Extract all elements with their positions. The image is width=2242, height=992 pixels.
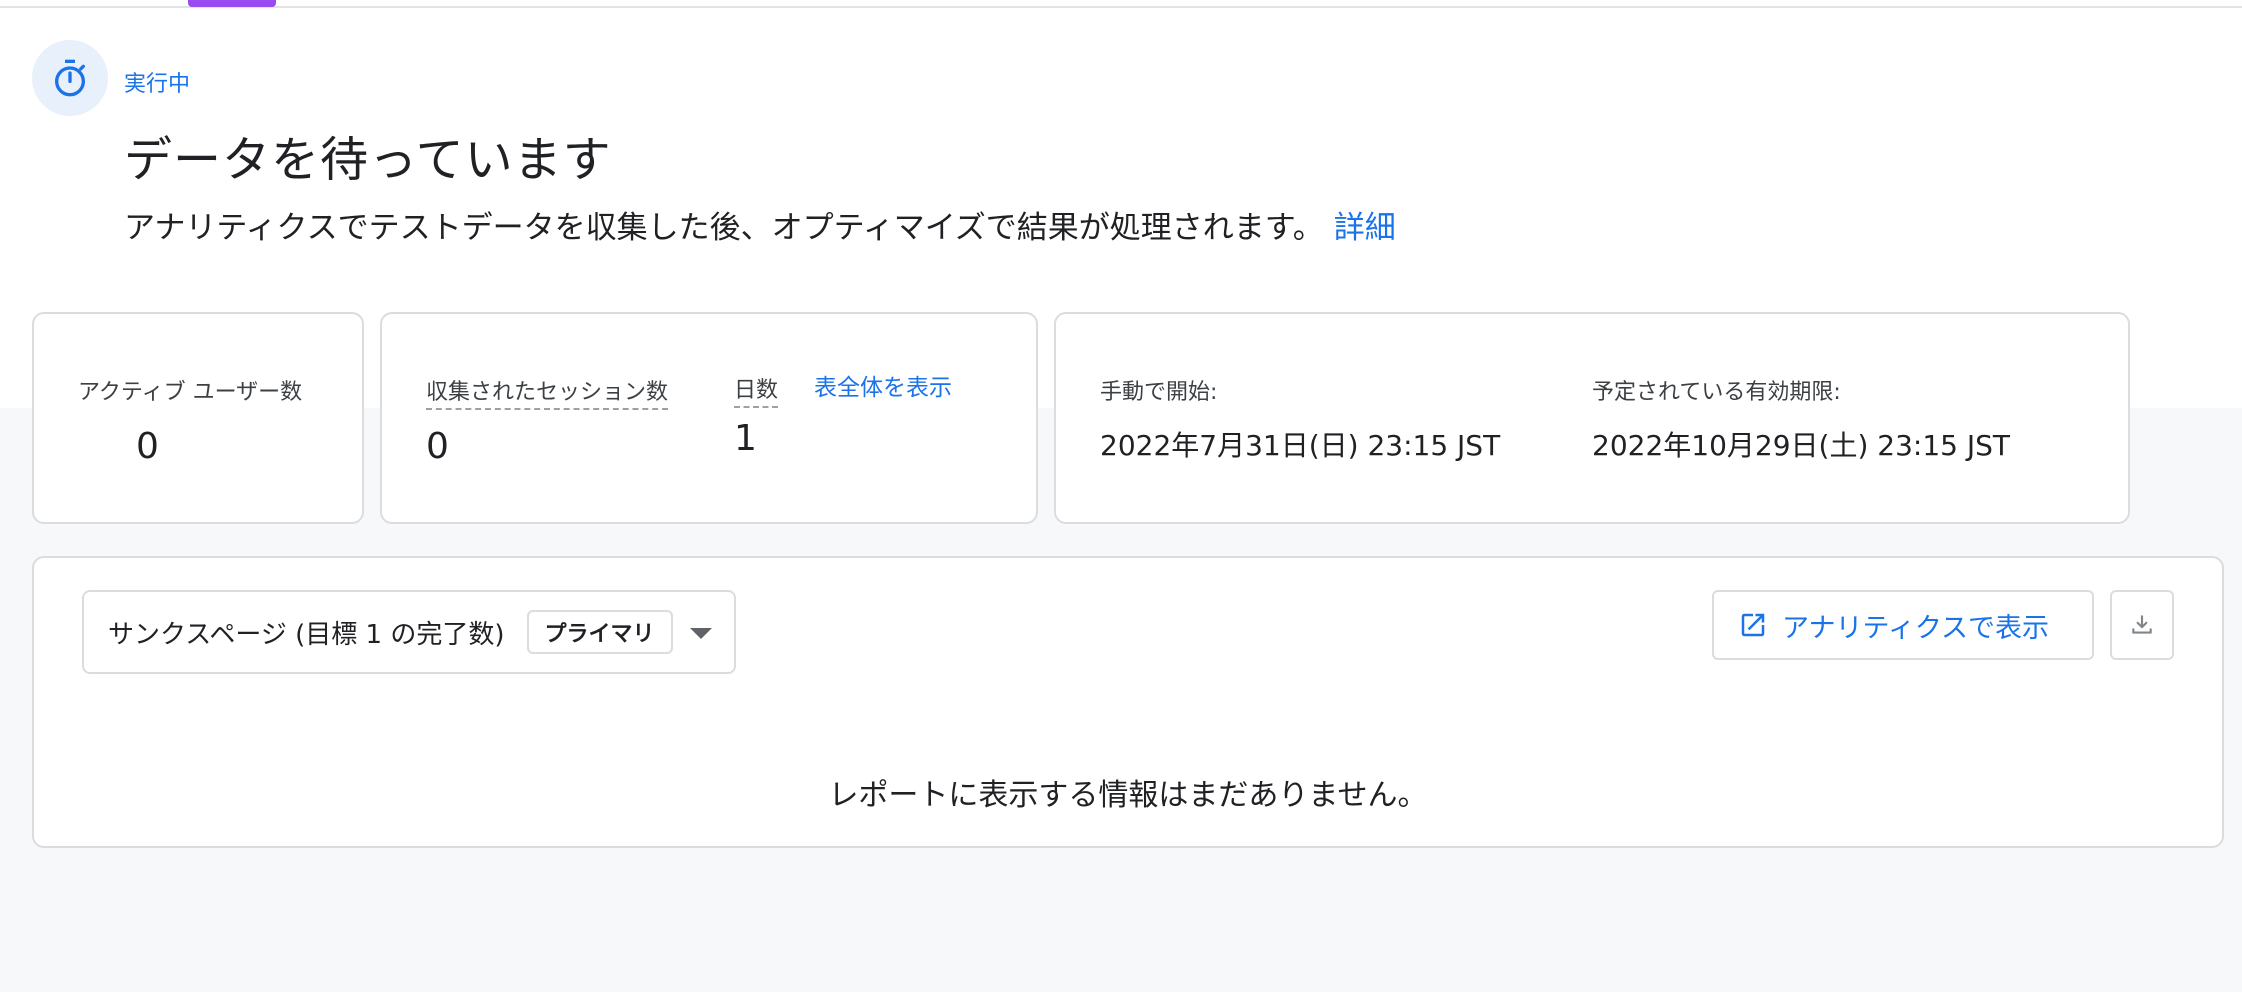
report-panel: サンクスページ (目標 1 の完了数) プライマリ アナリティクスで表示 レポー…	[32, 556, 2224, 848]
schedule-card: 手動で開始: 2022年7月31日(日) 23:15 JST 予定されている有効…	[1054, 312, 2130, 524]
show-full-table-link[interactable]: 表全体を表示	[814, 368, 952, 402]
view-in-analytics-label: アナリティクスで表示	[1782, 612, 2050, 644]
active-users-value: 0	[136, 426, 159, 467]
view-in-analytics-button[interactable]: アナリティクスで表示	[1712, 590, 2094, 660]
active-tab-indicator	[188, 0, 276, 7]
stopwatch-icon	[55, 59, 86, 97]
goal-selector-value: サンクスページ (目標 1 の完了数)	[108, 619, 505, 650]
sessions-value: 0	[426, 426, 449, 467]
description-text: アナリティクスでテストデータを収集した後、オプティマイズで結果が処理されます。	[124, 210, 1324, 246]
sessions-card: 収集されたセッション数 0 日数 1 表全体を表示	[380, 312, 1038, 524]
expires-value: 2022年10月29日(土) 23:15 JST	[1592, 429, 2010, 462]
description: アナリティクスでテストデータを収集した後、オプティマイズで結果が処理されます。詳…	[124, 202, 1396, 247]
download-button[interactable]	[2110, 590, 2174, 660]
started-value: 2022年7月31日(日) 23:15 JST	[1100, 429, 1501, 462]
status-icon-badge	[32, 40, 108, 116]
empty-report-message: レポートに表示する情報はまだありません。	[828, 778, 1428, 813]
active-users-label: アクティブ ユーザー数	[78, 380, 303, 405]
expires-label: 予定されている有効期限:	[1592, 380, 1841, 405]
days-value: 1	[734, 418, 757, 459]
page-title: データを待っています	[124, 132, 612, 188]
tab-bar-border	[0, 6, 2242, 8]
download-icon	[2132, 615, 2152, 634]
open-in-new-icon	[1741, 613, 1765, 637]
started-label: 手動で開始:	[1100, 380, 1218, 405]
status-label: 実行中	[124, 72, 191, 97]
learn-more-link[interactable]: 詳細	[1334, 210, 1396, 246]
goal-selector[interactable]: サンクスページ (目標 1 の完了数) プライマリ	[82, 590, 736, 674]
caret-down-icon	[690, 628, 712, 639]
primary-badge: プライマリ	[526, 610, 673, 654]
sessions-label[interactable]: 収集されたセッション数	[426, 374, 669, 410]
days-label[interactable]: 日数	[734, 372, 779, 408]
active-users-card: アクティブ ユーザー数 0	[32, 312, 364, 524]
